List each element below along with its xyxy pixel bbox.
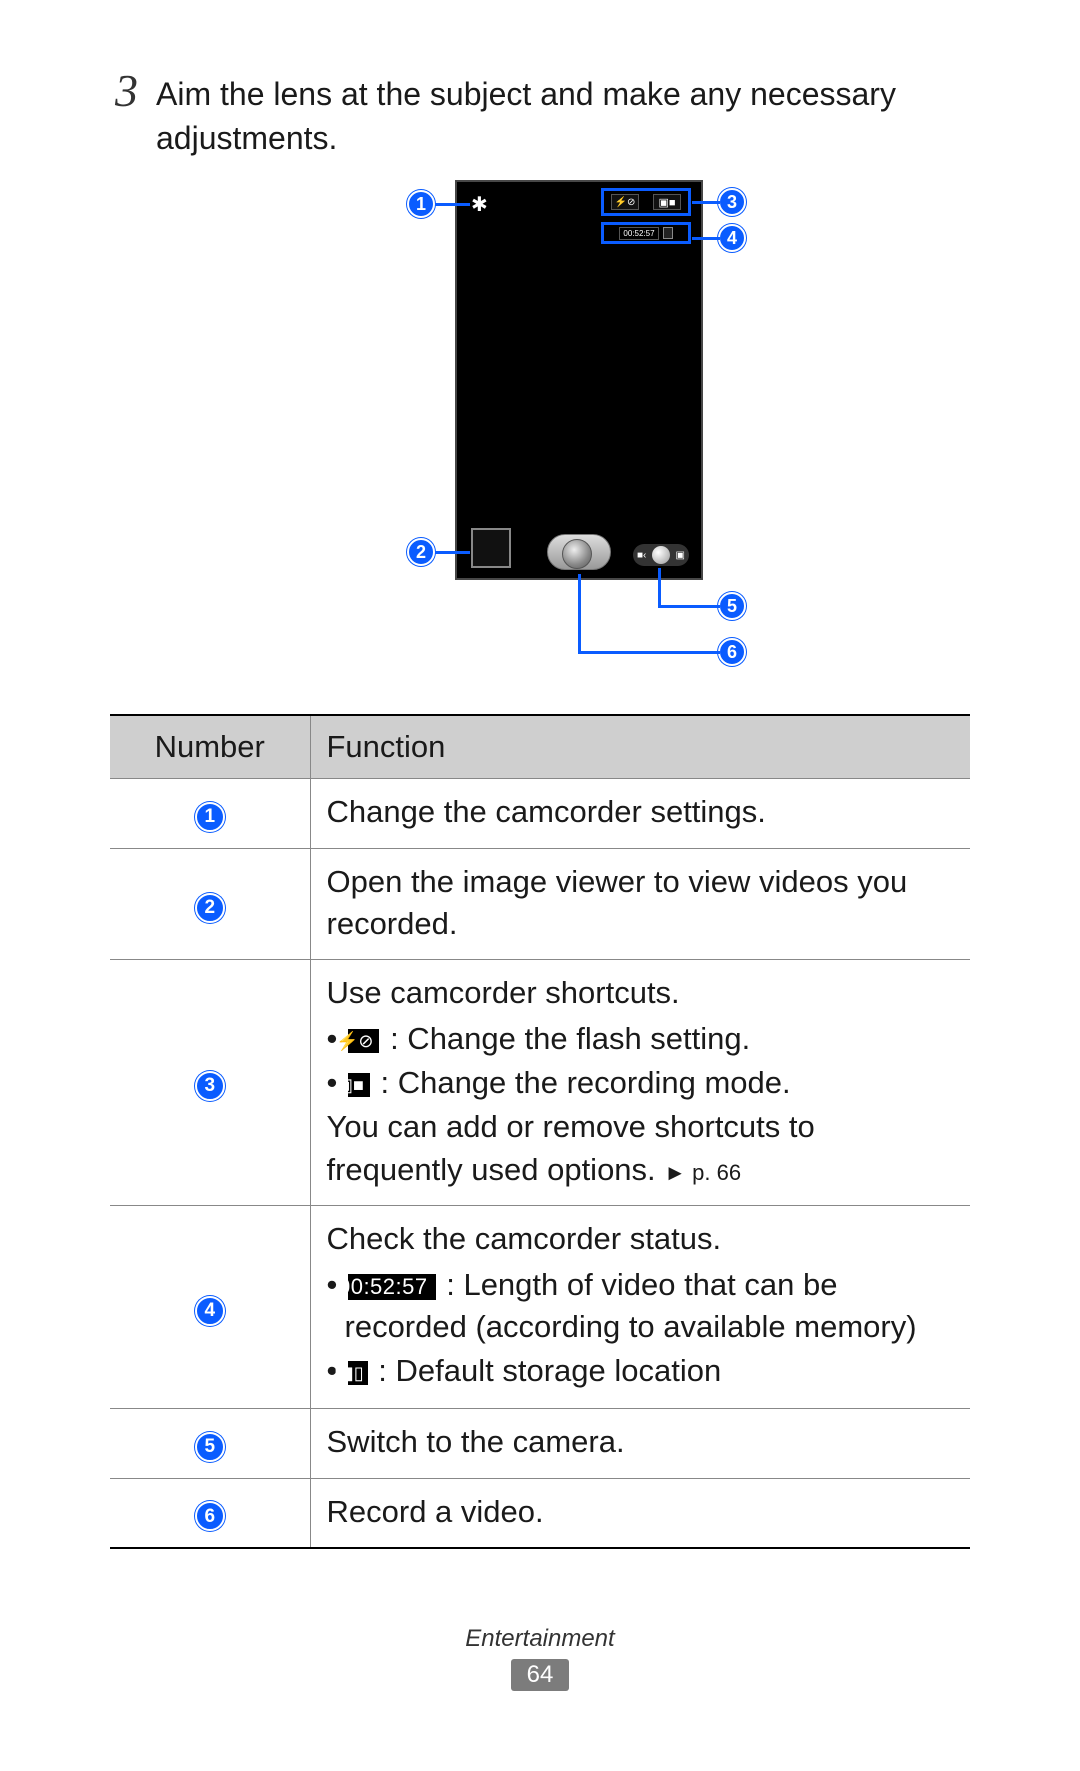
row-badge-6: 6	[195, 1501, 225, 1531]
callout-3: 3	[718, 188, 746, 216]
lead-3	[692, 201, 720, 204]
table-row: 1 Change the camcorder settings.	[110, 779, 970, 848]
time-icon: 00:52:57	[348, 1274, 436, 1300]
lead-1	[435, 203, 470, 206]
row-badge-3: 3	[195, 1071, 225, 1101]
row3-b1: • ⚡⊘ : Change the flash setting.	[345, 1018, 955, 1060]
step-row: 3 Aim the lens at the subject and make a…	[110, 68, 970, 160]
lead-5h	[658, 605, 720, 608]
recmode-icon: ▣■	[653, 194, 681, 210]
lead-4	[692, 237, 720, 240]
callout-1: 1	[407, 190, 435, 218]
switch-knob	[652, 546, 670, 564]
lead-6v	[578, 574, 581, 652]
record-button	[547, 534, 611, 570]
row3-outro: You can add or remove shortcuts to frequ…	[327, 1109, 815, 1186]
row-fn-4: Check the camcorder status. • 00:52:57 :…	[310, 1205, 970, 1409]
row4-b2-text: : Default storage location	[370, 1353, 722, 1388]
page-ref: ► p. 66	[664, 1160, 741, 1185]
row3-b1-text: : Change the flash setting.	[381, 1021, 750, 1056]
status-time: 00:52:57	[619, 227, 658, 240]
recmode-icon: ▣■	[348, 1073, 370, 1097]
callout-4: 4	[718, 224, 746, 252]
table-row: 3 Use camcorder shortcuts. • ⚡⊘ : Change…	[110, 959, 970, 1205]
row3-b2: • ▣■ : Change the recording mode.	[345, 1062, 955, 1104]
lead-2	[435, 551, 470, 554]
lead-5v	[658, 568, 661, 606]
page-number: 64	[511, 1659, 570, 1691]
storage-icon	[663, 227, 673, 239]
th-number: Number	[110, 715, 310, 779]
callout-6: 6	[718, 638, 746, 666]
storage-icon: ▯▮▯	[348, 1361, 368, 1385]
row-badge-5: 5	[195, 1432, 225, 1462]
function-table: Number Function 1 Change the camcorder s…	[110, 714, 970, 1548]
lead-6h	[578, 651, 720, 654]
camcorder-diagram: ✱ ⚡⊘ ▣■ 00:52:57 ■‹ ▣ 1 3 4 2	[110, 180, 970, 690]
row3-b2-text: : Change the recording mode.	[372, 1065, 791, 1100]
step-number: 3	[110, 68, 138, 114]
table-row: 6 Record a video.	[110, 1478, 970, 1548]
row-fn-3: Use camcorder shortcuts. • ⚡⊘ : Change t…	[310, 959, 970, 1205]
status-panel: 00:52:57	[601, 222, 691, 244]
camera-icon: ▣	[676, 550, 685, 561]
row-fn-2: Open the image viewer to view videos you…	[310, 848, 970, 959]
table-row: 4 Check the camcorder status. • 00:52:57…	[110, 1205, 970, 1409]
flash-icon: ⚡⊘	[611, 194, 639, 210]
row3-intro: Use camcorder shortcuts.	[327, 975, 680, 1010]
viewer-thumbnail	[471, 528, 511, 568]
callout-2: 2	[407, 538, 435, 566]
row-badge-1: 1	[195, 802, 225, 832]
flash-icon: ⚡⊘	[348, 1029, 380, 1053]
row4-intro: Check the camcorder status.	[327, 1221, 722, 1256]
video-icon: ■‹	[637, 550, 646, 561]
row-fn-6: Record a video.	[310, 1478, 970, 1548]
callout-5: 5	[718, 592, 746, 620]
mode-switch: ■‹ ▣	[633, 544, 689, 566]
section-name: Entertainment	[0, 1625, 1080, 1653]
row4-b1: • 00:52:57 : Length of video that can be…	[345, 1264, 955, 1348]
row-badge-4: 4	[195, 1296, 225, 1326]
row-badge-2: 2	[195, 893, 225, 923]
table-row: 5 Switch to the camera.	[110, 1409, 970, 1478]
page-footer: Entertainment 64	[0, 1625, 1080, 1691]
row-fn-5: Switch to the camera.	[310, 1409, 970, 1478]
shortcut-panel: ⚡⊘ ▣■	[601, 188, 691, 216]
row-fn-1: Change the camcorder settings.	[310, 779, 970, 848]
gear-icon: ✱	[471, 192, 488, 217]
row4-b2: • ▯▮▯ : Default storage location	[345, 1350, 955, 1392]
table-row: 2 Open the image viewer to view videos y…	[110, 848, 970, 959]
th-function: Function	[310, 715, 970, 779]
step-text: Aim the lens at the subject and make any…	[156, 68, 970, 160]
phone-screen: ✱ ⚡⊘ ▣■ 00:52:57 ■‹ ▣	[455, 180, 703, 580]
